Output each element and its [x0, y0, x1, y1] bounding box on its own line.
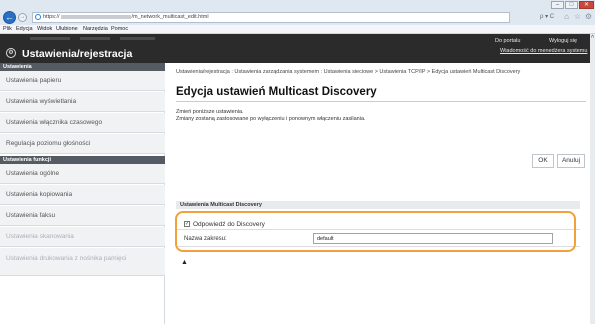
sidebar-item-paper[interactable]: Ustawienia papieru [0, 71, 165, 91]
header-faint-text [80, 37, 110, 40]
star-icon[interactable]: ☆ [573, 12, 582, 21]
page-scrollbar[interactable] [590, 34, 595, 324]
ie-icon [35, 14, 41, 20]
instruction-text: Zmień poniższe ustawienia. [176, 109, 244, 115]
sidebar-item-general[interactable]: Ustawienia ogólne [0, 164, 165, 184]
url-prefix: https:// [43, 14, 60, 20]
section-header: Ustawienia Multicast Discovery [176, 201, 580, 209]
logout-link[interactable]: Wyloguj się [549, 38, 577, 44]
menu-help[interactable]: Pomoc [111, 26, 128, 32]
cancel-button[interactable]: Anuluj [557, 154, 585, 168]
header-faint-text [120, 37, 155, 40]
restart-note: Zmiany zostaną zastosowane po wyłączeniu… [176, 116, 366, 122]
sidebar-item-scan[interactable]: Ustawienia skanowania [0, 227, 165, 247]
page-header-title: Ustawienia/rejestracja [22, 48, 133, 60]
menu-tools[interactable]: Narzędzia [83, 26, 108, 32]
sidebar-item-copy[interactable]: Ustawienia kopiowania [0, 185, 165, 205]
address-bar-area: ← → https:// /m_network_multicast_edit.ht… [0, 10, 595, 25]
url-input[interactable]: https:// /m_network_multicast_edit.html [32, 12, 510, 23]
menu-file[interactable]: Plik [3, 26, 12, 32]
page-top-link[interactable]: ▲ [181, 259, 188, 266]
menu-edit[interactable]: Edycja [16, 26, 33, 32]
close-button[interactable]: ✕ [579, 1, 594, 9]
menu-favorites[interactable]: Ulubione [56, 26, 78, 32]
highlight-callout [175, 211, 576, 252]
title-divider [176, 101, 586, 102]
header-faint-text [30, 37, 70, 40]
menu-view[interactable]: Widok [37, 26, 52, 32]
url-suffix: /m_network_multicast_edit.html [131, 14, 209, 20]
settings-icon: ⚙ [6, 48, 16, 58]
browser-titlebar: – □ ✕ [0, 0, 595, 10]
sidebar-item-volume[interactable]: Regulacja poziomu głośności [0, 134, 165, 154]
back-button[interactable]: ← [3, 11, 16, 24]
sidebar-section-functions: Ustawienia funkcji [0, 156, 165, 164]
forward-button[interactable]: → [18, 13, 27, 22]
sidebar-section-settings: Ustawienia [0, 63, 165, 71]
sidebar-item-memory-print[interactable]: Ustawienia drukowania z nośnika pamięci [0, 248, 165, 276]
maximize-button[interactable]: □ [565, 1, 578, 9]
sidebar-item-fax[interactable]: Ustawienia faksu [0, 206, 165, 226]
breadcrumb: Ustawienia/rejestracja : Ustawienia zarz… [176, 69, 521, 75]
scroll-up-icon[interactable]: ^ [590, 35, 595, 42]
portal-link[interactable]: Do portalu [495, 38, 520, 44]
menu-bar: Plik Edycja Widok Ulubione Narzędzia Pom… [0, 25, 595, 34]
admin-message-link[interactable]: Wiadomość do menedżera systemu [500, 48, 587, 54]
minimize-button[interactable]: – [551, 1, 564, 9]
redacted-host [60, 14, 131, 19]
page-title: Edycja ustawień Multicast Discovery [176, 86, 377, 98]
gear-icon[interactable]: ⚙ [584, 12, 593, 21]
app-header: ⚙ Ustawienia/rejestracja Do portalu Wylo… [0, 34, 590, 63]
sidebar: Ustawienia Ustawienia papieru Ustawienia… [0, 63, 165, 324]
search-icon[interactable]: ρ ▾ C [540, 13, 554, 20]
sidebar-item-display[interactable]: Ustawienia wyświetlania [0, 92, 165, 112]
ok-button[interactable]: OK [532, 154, 554, 168]
sidebar-item-timer[interactable]: Ustawienia włącznika czasowego [0, 113, 165, 133]
home-icon[interactable]: ⌂ [562, 12, 571, 21]
